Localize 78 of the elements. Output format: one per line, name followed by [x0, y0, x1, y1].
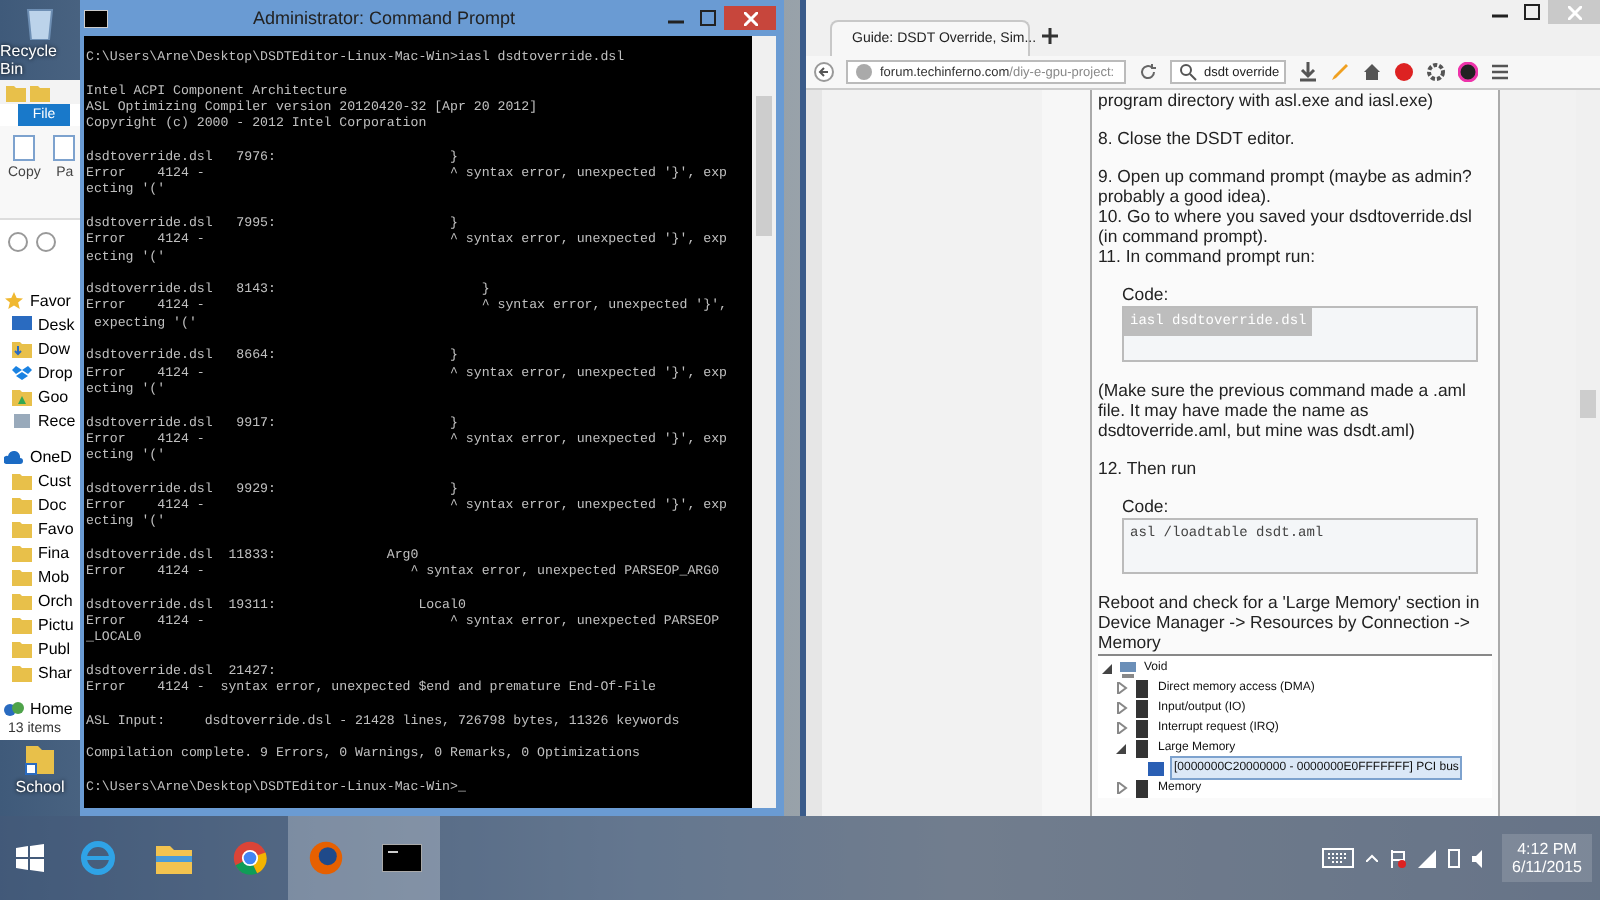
article-paragraph: 9. Open up command prompt (maybe as admin? probably a good idea).	[1098, 166, 1474, 206]
code-label: Code:	[1122, 496, 1171, 516]
article-paragraph: Reboot and check for a 'Large Memory' section in Device Manager -> Resources by Connection -> Memory	[1098, 592, 1482, 652]
nav-item[interactable]: OneD	[30, 447, 72, 465]
article-paragraph: 8. Close the DSDT editor.	[1098, 128, 1297, 148]
keyboard-icon[interactable]	[1322, 848, 1354, 868]
desktop-icon-label[interactable]: Recycle Bin	[0, 42, 80, 78]
new-tab-icon[interactable]	[1042, 28, 1058, 44]
article-paragraph: 10. Go to where you saved your dsdtoverride.dsl (in command prompt).	[1098, 206, 1474, 246]
close-icon	[743, 11, 757, 25]
homegroup-icon	[4, 699, 24, 717]
memory-chip-icon	[1132, 779, 1152, 797]
article-paragraph: (Make sure the previous command made a .aml file. It may have made the name as dsdtoverride.aml, but mine was dsdt.aml)	[1098, 380, 1468, 440]
recycle-bin-icon[interactable]	[24, 4, 56, 40]
nav-item[interactable]: Publ	[38, 639, 71, 657]
scrollbar[interactable]	[1576, 90, 1600, 816]
color-wheel-icon[interactable]	[1458, 62, 1478, 82]
battery-icon[interactable]	[1448, 848, 1460, 868]
flag-icon[interactable]	[1390, 849, 1406, 867]
nav-item[interactable]: Rece	[38, 411, 76, 429]
home-icon[interactable]	[1362, 62, 1382, 82]
nav-item[interactable]: Home	[30, 699, 73, 717]
taskbar-app-button[interactable]	[364, 816, 440, 900]
close-button[interactable]	[724, 6, 776, 30]
article-paragraph: 12. Then run	[1098, 458, 1199, 478]
scrollbar[interactable]	[752, 36, 776, 808]
folder-icon[interactable]	[154, 840, 194, 876]
globe-icon	[854, 62, 874, 82]
cloud-icon	[4, 447, 24, 465]
firefox-icon[interactable]	[308, 840, 344, 876]
computer-icon	[1118, 659, 1138, 677]
folder-shortcut-icon[interactable]	[24, 740, 56, 776]
clock[interactable]: 4:12 PM 6/11/2015	[1502, 834, 1592, 882]
star-icon	[4, 291, 24, 309]
chrome-icon[interactable]	[232, 840, 268, 876]
expand-arrow-icon[interactable]	[1116, 742, 1128, 754]
forward-icon[interactable]	[36, 232, 56, 252]
console-icon[interactable]	[382, 844, 422, 872]
search-icon	[1178, 62, 1198, 82]
browser-e-icon[interactable]	[78, 838, 118, 878]
back-icon[interactable]	[814, 62, 834, 82]
nav-item[interactable]: Orch	[38, 591, 73, 609]
stop-sign-icon[interactable]	[1394, 62, 1414, 82]
expand-arrow-icon[interactable]	[1102, 662, 1114, 674]
article-paragraph: program directory with asl.exe and iasl.exe)	[1098, 90, 1436, 110]
nav-item[interactable]: Shar	[38, 663, 72, 681]
maximize-icon	[700, 10, 716, 26]
nav-item[interactable]: Fina	[38, 543, 70, 561]
nav-item[interactable]: Doc	[38, 495, 67, 513]
nav-item[interactable]: Dow	[38, 339, 71, 357]
console-icon	[84, 9, 108, 27]
windows-logo-icon	[16, 844, 44, 872]
nav-item[interactable]: Drop	[38, 363, 73, 381]
signal-icon[interactable]	[1418, 849, 1436, 867]
dropbox-icon	[12, 363, 32, 381]
nav-item[interactable]: Favor	[30, 291, 71, 309]
gear-icon[interactable]	[1426, 62, 1446, 82]
nav-item[interactable]: Favo	[38, 519, 74, 537]
caret-icon[interactable]	[1366, 854, 1378, 862]
document-icon	[52, 134, 77, 162]
download-folder-icon	[12, 339, 32, 357]
reload-icon[interactable]	[1138, 62, 1158, 82]
monitor-icon	[12, 315, 32, 333]
code-label: Code:	[1122, 284, 1171, 304]
desktop-icon-label[interactable]: School	[15, 778, 65, 796]
maximize-icon	[1524, 4, 1540, 20]
close-icon	[1567, 5, 1581, 19]
window-title: Administrator: Command Prompt	[250, 8, 518, 28]
nav-item[interactable]: Desk	[38, 315, 75, 333]
nav-item[interactable]: Goo	[38, 387, 69, 405]
nav-item[interactable]: Mob	[38, 567, 70, 585]
menu-icon[interactable]	[1490, 62, 1510, 82]
document-icon	[12, 134, 37, 162]
download-icon[interactable]	[1298, 62, 1318, 82]
article-paragraph: 11. In command prompt run:	[1098, 246, 1317, 266]
drive-folder-icon	[12, 387, 32, 405]
nav-item[interactable]: Cust	[38, 471, 71, 489]
nav-item[interactable]: Pictu	[38, 615, 74, 633]
